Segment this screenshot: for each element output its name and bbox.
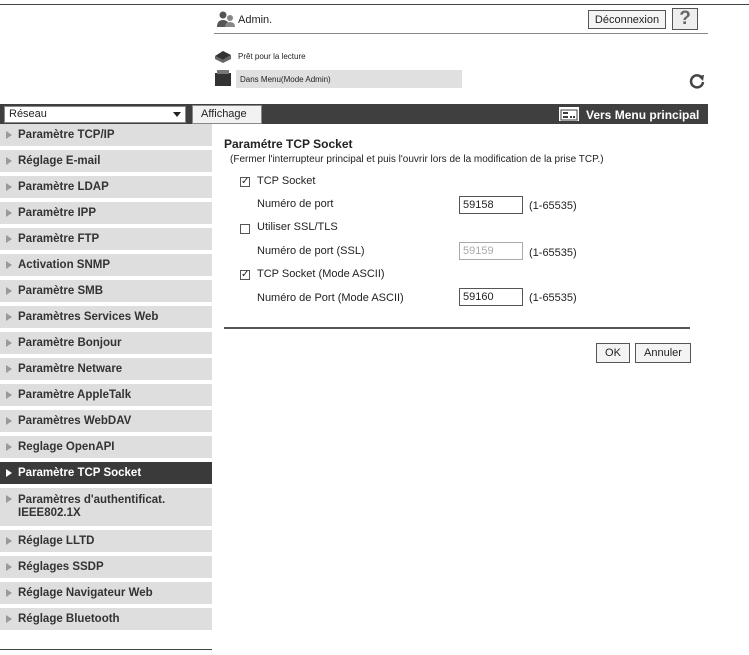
sidebar-item-label: Réglage Bluetooth [18,613,120,625]
sidebar-item-snmp[interactable]: Activation SNMP [0,254,212,278]
ssl-port-label: Numéro de port (SSL) [257,245,365,257]
arrow-icon [6,417,12,425]
sidebar-item-label: Paramètre IPP [18,207,96,219]
sidebar-item-email[interactable]: Réglage E-mail [0,150,212,174]
port-range: (1-65535) [529,200,577,212]
arrow-icon [6,615,12,623]
sidebar-item-label: Paramètre AppleTalk [18,389,132,401]
sidebar-item-appletalk[interactable]: Paramètre AppleTalk [0,384,212,408]
arrow-icon [6,209,12,217]
header-divider [214,33,708,34]
content-divider [224,327,690,329]
sidebar-item-label: Réglage LLTD [18,535,95,547]
printer-icon [215,51,231,63]
ssl-port-range: (1-65535) [529,247,577,259]
arrow-icon [6,339,12,347]
admin-mode-text: Dans Menu(Mode Admin) [240,75,331,84]
page-title: Paramétre TCP Socket [224,137,353,151]
port-label: Numéro de port [257,198,334,210]
logout-button[interactable]: Déconnexion [588,10,666,29]
arrow-icon [6,537,12,545]
admin-user-icon [217,11,235,27]
machine-status-text: Prêt pour la lecture [238,52,306,61]
refresh-icon[interactable] [688,72,706,90]
main-menu-link[interactable]: Vers Menu principal [586,108,699,122]
sidebar-item-label: Réglages SSDP [18,561,104,573]
arrow-icon [6,235,12,243]
sidebar-item-label: Paramètres WebDAV [18,415,132,427]
category-select[interactable]: Réseau [4,106,186,123]
port-input[interactable]: 59158 [459,196,523,214]
sidebar-item-netware[interactable]: Paramètre Netware [0,358,212,382]
restart-note: (Fermer l'interrupteur principal et puis… [230,154,604,165]
category-select-value: Réseau [9,108,47,120]
arrow-icon [6,365,12,373]
sidebar-item-bluetooth[interactable]: Réglage Bluetooth [0,608,212,632]
cancel-button[interactable]: Annuler [635,343,691,363]
sidebar-item-ipp[interactable]: Paramètre IPP [0,202,212,226]
arrow-icon [6,261,12,269]
dropdown-arrow-icon [173,112,181,117]
sidebar-item-ldap[interactable]: Paramètre LDAP [0,176,212,200]
sidebar-item-label: Réglage E-mail [18,155,101,167]
sidebar-divider [0,649,212,650]
sidebar-item-ieee8021x[interactable]: Paramètres d'authentificat. IEEE802.1X [0,488,212,528]
sidebar-item-label: Paramètre FTP [18,233,100,245]
arrow-icon [6,391,12,399]
arrow-icon [6,183,12,191]
sidebar-item-ssdp[interactable]: Réglages SSDP [0,556,212,580]
main-menu-icon[interactable] [559,107,579,121]
top-border [0,4,749,5]
arrow-icon [6,563,12,571]
tcp-socket-checkbox[interactable]: ✓ [240,177,250,187]
menu-grid-icon [560,109,578,121]
ascii-port-label: Numéro de Port (Mode ASCII) [257,292,404,304]
arrow-icon [6,157,12,165]
sidebar-item-tcpip[interactable]: Paramètre TCP/IP [0,124,212,148]
ascii-label: TCP Socket (Mode ASCII) [257,268,385,280]
ok-button[interactable]: OK [596,343,630,363]
machine-icon [215,70,231,86]
arrow-icon [6,495,12,503]
sidebar-item-label: Paramètre Netware [18,363,123,375]
sidebar-item-lltd[interactable]: Réglage LLTD [0,530,212,554]
sidebar-item-label: Paramètre TCP Socket [18,467,142,479]
sidebar-item-openapi[interactable]: Reglage OpenAPI [0,436,212,460]
tcp-socket-label: TCP Socket [257,175,316,187]
sidebar-item-label: Paramètre Bonjour [18,337,122,349]
sidebar-item-webservices[interactable]: Paramètres Services Web [0,306,212,330]
help-button[interactable]: ? [672,8,698,30]
sidebar-item-label: Réglage Navigateur Web [18,587,153,599]
ssl-label: Utiliser SSL/TLS [257,221,338,233]
sidebar-item-smb[interactable]: Paramètre SMB [0,280,212,304]
ascii-checkbox[interactable]: ✓ [240,270,250,280]
ssl-checkbox[interactable] [240,224,250,234]
arrow-icon [6,469,12,477]
sidebar-item-label: Paramètres d'authentificat. IEEE802.1X [18,494,166,519]
sidebar-item-tcp-socket[interactable]: Paramètre TCP Socket [0,462,212,486]
sidebar-item-label: Reglage OpenAPI [18,441,115,453]
sidebar-item-webbrowser[interactable]: Réglage Navigateur Web [0,582,212,606]
sidebar-item-webdav[interactable]: Paramètres WebDAV [0,410,212,434]
arrow-icon [6,589,12,597]
arrow-icon [6,313,12,321]
sidebar-item-bonjour[interactable]: Paramètre Bonjour [0,332,212,356]
sidebar-item-label: Activation SNMP [18,259,111,271]
sidebar-item-label: Paramètre SMB [18,285,104,297]
admin-label: Admin. [238,14,273,26]
ascii-port-range: (1-65535) [529,292,577,304]
ascii-port-input[interactable]: 59160 [459,288,523,306]
sidebar-item-label: Paramètre LDAP [18,181,109,193]
ssl-port-input[interactable]: 59159 [459,242,523,260]
arrow-icon [6,287,12,295]
sidebar-item-label: Paramètre TCP/IP [18,129,115,141]
sidebar-item-label: Paramètres Services Web [18,311,159,323]
arrow-icon [6,443,12,451]
sidebar-item-ftp[interactable]: Paramètre FTP [0,228,212,252]
arrow-icon [6,131,12,139]
view-tab[interactable]: Affichage [192,105,262,124]
